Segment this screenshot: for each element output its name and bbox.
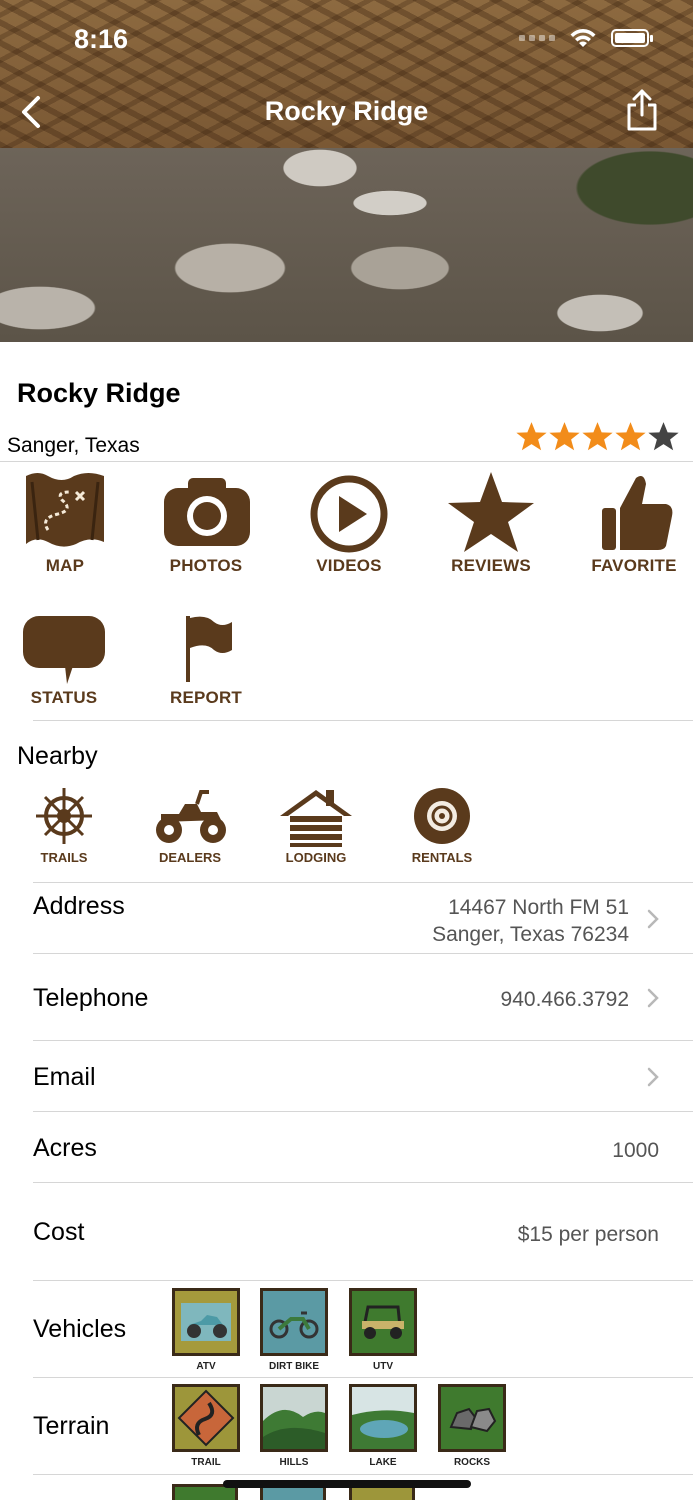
- videos-label: VIDEOS: [316, 556, 382, 575]
- camera-icon: [164, 478, 250, 546]
- rentals-label: RENTALS: [411, 850, 473, 865]
- nearby-trails-button[interactable]: TRAILS: [19, 784, 109, 865]
- divider: [33, 1377, 693, 1378]
- lake-icon: [352, 1410, 414, 1449]
- cabin-icon: [280, 790, 352, 847]
- thumbs-up-icon: [602, 476, 673, 550]
- map-icon: [26, 473, 104, 547]
- vehicle-utv-badge: UTV: [347, 1288, 419, 1372]
- acres-label: Acres: [33, 1134, 97, 1162]
- divider: [33, 882, 693, 883]
- chevron-right-icon: [647, 909, 659, 929]
- terrain-trail-badge: TRAIL: [170, 1384, 242, 1468]
- home-indicator: [223, 1480, 471, 1488]
- star-filled-icon: [549, 422, 580, 451]
- place-name: Rocky Ridge: [17, 378, 181, 408]
- rocks-icon: [449, 1407, 497, 1433]
- lake-label: LAKE: [369, 1457, 397, 1468]
- favorite-label: FAVORITE: [591, 556, 677, 575]
- atv-icon: [156, 790, 226, 843]
- acres-value: 1000: [612, 1139, 659, 1162]
- map-button[interactable]: MAP: [10, 470, 120, 576]
- trails-label: TRAILS: [40, 850, 88, 865]
- favorite-button[interactable]: FAVORITE: [579, 470, 689, 576]
- photos-button[interactable]: PHOTOS: [151, 470, 261, 576]
- compass-icon: [36, 788, 92, 844]
- hills-icon: [263, 1409, 325, 1449]
- wifi-icon: [570, 29, 596, 47]
- nav-header: 8:16 Rocky Ridge: [0, 0, 693, 148]
- star-filled-icon: [516, 422, 547, 451]
- atv-icon: [181, 1303, 231, 1341]
- reviews-button[interactable]: REVIEWS: [436, 470, 546, 576]
- star-filled-icon: [615, 422, 646, 451]
- chevron-right-icon: [647, 988, 659, 1008]
- hero-photo: [0, 148, 693, 342]
- divider: [33, 1040, 693, 1041]
- rocks-label: ROCKS: [453, 1457, 491, 1468]
- rating-stars: [515, 420, 680, 453]
- battery-icon: [611, 29, 653, 47]
- speech-bubble-icon: [23, 616, 105, 684]
- trail-icon: [177, 1389, 235, 1447]
- address-line-2: Sanger, Texas 76234: [432, 923, 629, 946]
- videos-button[interactable]: VIDEOS: [294, 470, 404, 576]
- nearby-lodging-button[interactable]: LODGING: [271, 784, 361, 865]
- play-icon: [310, 475, 388, 553]
- terrain-label: Terrain: [33, 1412, 110, 1440]
- flag-icon: [186, 616, 232, 682]
- star-icon: [448, 472, 534, 552]
- lodging-label: LODGING: [285, 850, 347, 865]
- nearby-title: Nearby: [17, 742, 98, 770]
- star-filled-icon: [582, 422, 613, 451]
- hills-label: HILLS: [279, 1457, 309, 1468]
- report-button[interactable]: REPORT: [151, 612, 261, 708]
- atv-label: ATV: [196, 1361, 216, 1372]
- status-button[interactable]: STATUS: [9, 612, 119, 708]
- terrain-hills-badge: HILLS: [258, 1384, 330, 1468]
- telephone-value: 940.466.3792: [500, 988, 629, 1011]
- reviews-label: REVIEWS: [451, 556, 531, 575]
- telephone-label: Telephone: [33, 984, 149, 1012]
- address-label: Address: [33, 892, 125, 920]
- map-label: MAP: [45, 556, 85, 575]
- nearby-rentals-button[interactable]: RENTALS: [397, 784, 487, 865]
- dirt-bike-label: DIRT BIKE: [269, 1361, 319, 1372]
- divider: [33, 1182, 693, 1183]
- dirt-bike-icon: [269, 1311, 319, 1339]
- nav-title: Rocky Ridge: [264, 96, 429, 126]
- utv-icon: [362, 1305, 404, 1339]
- star-empty-icon: [648, 422, 679, 451]
- address-line-1: 14467 North FM 51: [448, 896, 629, 919]
- vehicle-atv-badge: ATV: [170, 1288, 242, 1372]
- terrain-rocks-badge: ROCKS: [436, 1384, 508, 1468]
- divider: [0, 461, 693, 462]
- status-icons: [519, 28, 653, 48]
- chevron-right-icon: [647, 1067, 659, 1087]
- place-location: Sanger, Texas: [7, 434, 140, 457]
- cost-value: $15 per person: [517, 1223, 659, 1246]
- divider: [33, 720, 693, 721]
- address-value: 14467 North FM 51 Sanger, Texas 76234: [432, 894, 629, 948]
- report-label: REPORT: [169, 688, 243, 707]
- dealers-label: DEALERS: [158, 850, 222, 865]
- divider: [33, 953, 693, 954]
- divider: [33, 1111, 693, 1112]
- trail-label: TRAIL: [191, 1457, 221, 1468]
- photos-label: PHOTOS: [169, 556, 243, 575]
- utv-label: UTV: [373, 1361, 393, 1372]
- divider: [33, 1474, 693, 1475]
- terrain-lake-badge: LAKE: [347, 1384, 419, 1468]
- tire-icon: [414, 788, 470, 844]
- nearby-dealers-button[interactable]: DEALERS: [145, 784, 235, 865]
- share-button[interactable]: [625, 88, 659, 132]
- status-time: 8:16: [74, 24, 129, 54]
- status-label: STATUS: [30, 688, 98, 707]
- vehicle-dirt-bike-badge: DIRT BIKE: [258, 1288, 330, 1372]
- cost-label: Cost: [33, 1218, 85, 1246]
- vehicles-label: Vehicles: [33, 1315, 127, 1343]
- divider: [33, 1280, 693, 1281]
- cellular-signal-icon: [519, 35, 555, 41]
- email-label: Email: [33, 1063, 96, 1091]
